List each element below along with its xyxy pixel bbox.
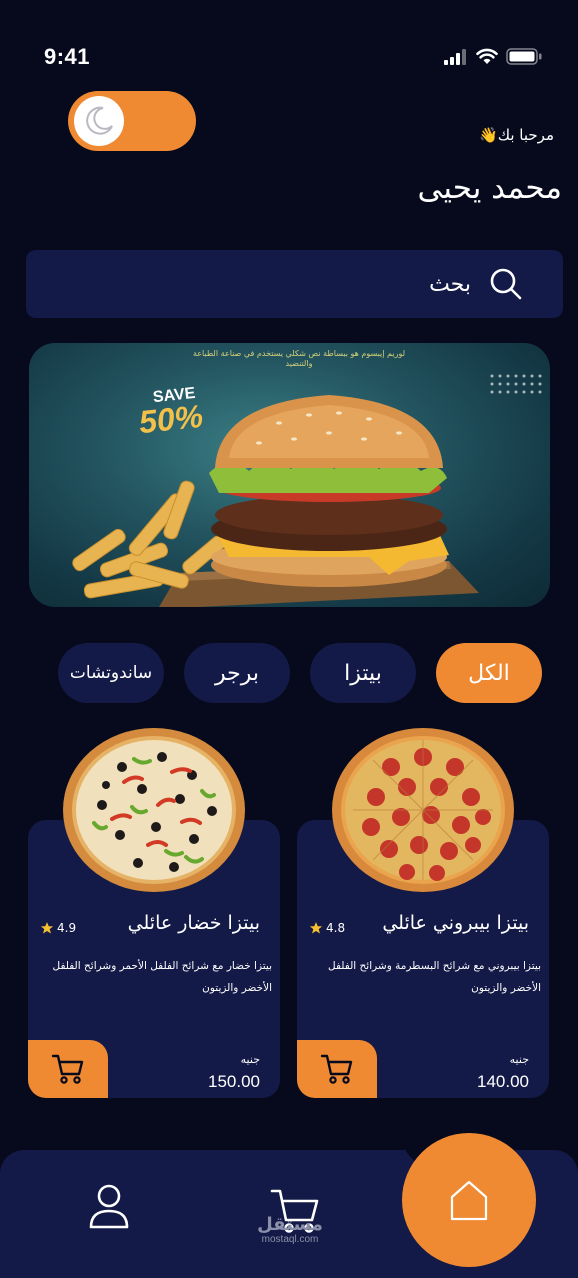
watermark-brand: مستقل bbox=[257, 1214, 323, 1235]
tab-sandwiches[interactable]: ساندوتشات bbox=[58, 643, 164, 703]
promo-banner[interactable]: لوريم إيبسوم هو ببساطة نص شكلي يستخدم في… bbox=[29, 343, 550, 607]
tab-burger[interactable]: برجر bbox=[184, 643, 290, 703]
battery-icon bbox=[506, 48, 542, 65]
product-title: بيتزا خضار عائلي bbox=[127, 912, 260, 934]
product-description: بيتزا خضار مع شرائح الفلفل الأحمر وشرائح… bbox=[52, 960, 273, 994]
burger-image bbox=[72, 395, 479, 607]
search-icon[interactable] bbox=[489, 267, 523, 301]
search-input[interactable] bbox=[91, 264, 471, 304]
home-icon bbox=[450, 1180, 488, 1221]
tab-all[interactable]: الكل bbox=[436, 643, 542, 703]
product-currency: جنيه bbox=[509, 1053, 529, 1066]
star-icon bbox=[40, 922, 54, 934]
product-price: 140.00 bbox=[477, 1072, 529, 1091]
pepperoni-pizza-image bbox=[332, 728, 514, 892]
tab-pizza[interactable]: بيتزا bbox=[310, 643, 416, 703]
watermark: مستقل mostaql.com bbox=[250, 1216, 330, 1246]
wifi-icon bbox=[476, 48, 498, 64]
user-name: محمد يحيى bbox=[417, 170, 563, 206]
product-price: 150.00 bbox=[208, 1072, 260, 1091]
product-description: بيتزا بيبروني مع شرائح البسطرمة وشرائح ا… bbox=[328, 960, 541, 994]
status-icons bbox=[444, 48, 542, 65]
greeting-text: مرحبا بك👋 bbox=[479, 126, 554, 144]
product-title: بيتزا بيبروني عائلي bbox=[382, 912, 529, 934]
user-icon[interactable] bbox=[88, 1184, 130, 1230]
status-bar: 9:41 bbox=[0, 0, 578, 90]
status-time: 9:41 bbox=[44, 44, 91, 69]
product-rating: 4.9 bbox=[40, 921, 76, 935]
toggle-knob bbox=[74, 96, 124, 146]
moon-icon bbox=[86, 106, 113, 135]
category-tabs: الكل بيتزا برجر ساندوتشات bbox=[0, 643, 578, 705]
nav-home-button[interactable] bbox=[402, 1133, 536, 1267]
search-bar[interactable] bbox=[26, 250, 563, 318]
product-rating: 4.8 bbox=[309, 921, 345, 935]
rating-value: 4.8 bbox=[326, 921, 346, 935]
add-to-cart-button[interactable] bbox=[297, 1040, 377, 1098]
watermark-url: mostaql.com bbox=[261, 1234, 319, 1245]
star-icon bbox=[309, 922, 323, 934]
cellular-signal-icon bbox=[444, 49, 466, 65]
vegetable-pizza-image bbox=[63, 728, 245, 892]
product-currency: جنيه bbox=[240, 1053, 260, 1066]
cart-icon bbox=[51, 1054, 84, 1084]
dark-mode-toggle[interactable] bbox=[68, 91, 196, 151]
cart-icon bbox=[320, 1054, 353, 1084]
add-to-cart-button[interactable] bbox=[28, 1040, 108, 1098]
rating-value: 4.9 bbox=[57, 921, 77, 935]
